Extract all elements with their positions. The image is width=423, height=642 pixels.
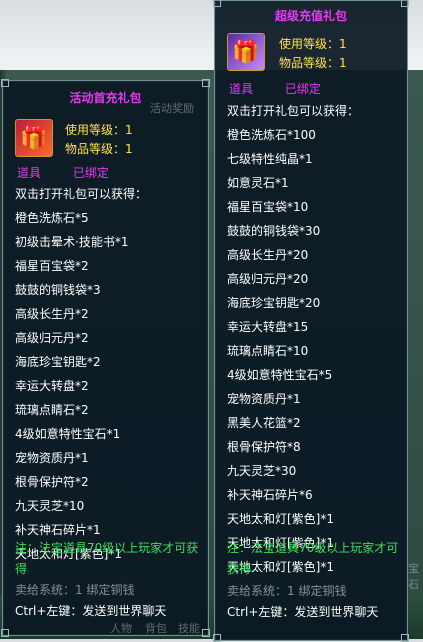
tooltip-corner [1,629,9,637]
list-item: 宠物资质丹*1 [15,451,89,465]
list-item: 琉璃点睛石*2 [15,403,89,417]
list-item: 幸运大转盘*15 [227,320,309,334]
list-item: 海底珍宝钥匙*2 [15,355,101,369]
list-item: 鼓鼓的铜钱袋*30 [227,224,321,238]
list-item: 福星百宝袋*10 [227,200,309,214]
tag-item: 道具 [17,166,42,180]
sell-price: 卖给系统：1 绑定铜钱 [15,583,135,597]
tooltip-corner [202,79,210,87]
list-item: 橙色洗炼石*5 [15,211,89,225]
background-banner: 活动奖励 [150,102,194,115]
item-meta: 使用等级：1 物品等级：1 [279,35,347,73]
list-item: 鼓鼓的铜钱袋*3 [15,283,101,297]
item-level: 物品等级：1 [279,56,347,70]
list-item: 九天灵芝*30 [227,464,297,478]
list-item: 七级特性纯晶*1 [227,152,313,166]
list-item: 如意灵石*1 [227,176,289,190]
menu-label[interactable]: 人物 [110,620,132,636]
chat-hint: Ctrl+左键：发送到世界聊天 [227,605,379,619]
list-item: 幸运大转盘*2 [15,379,89,393]
tag-bound: 已绑定 [284,82,321,96]
tag-bound: 已绑定 [72,166,109,180]
list-item: 初级击晕术·技能书*1 [15,235,129,249]
red-gift-box-icon: 🎁 [15,119,53,157]
list-item: 双击打开礼包可以获得： [227,104,360,118]
item-note: 注：法宝道具70级以上玩家才可获得 [15,541,199,576]
tooltip-corner [213,0,221,7]
item-title: 超级充值礼包 [274,9,347,23]
list-item: 海底珍宝钥匙*20 [227,296,321,310]
sell-price: 卖给系统：1 绑定铜钱 [227,584,347,598]
list-item: 黑美人花篮*2 [227,416,301,430]
tooltip-corner [401,0,409,7]
list-item: 根骨保护符*8 [227,440,301,454]
item-meta: 使用等级：1 物品等级：1 [65,121,133,159]
item-tooltip-super-recharge: 超级充值礼包 🎁 使用等级：1 物品等级：1 道具 已绑定 双击打开礼包可以获得… [213,0,409,642]
item-tags: 道具 已绑定 [17,164,137,181]
list-item: 双击打开礼包可以获得： [15,187,148,201]
list-item: 九天灵芝*10 [15,499,85,513]
list-item: 补天神石碎片*6 [227,488,313,502]
use-level: 使用等级：1 [65,123,133,137]
reward-list: 双击打开礼包可以获得： 橙色洗炼石*100 七级特性纯晶*1 如意灵石*1 福星… [227,99,359,579]
list-item: 高级归元丹*2 [15,331,89,345]
item-note: 注：法宝道具70级以上玩家才可获得 [227,541,399,576]
list-item: 宠物资质丹*1 [227,392,301,406]
list-item: 4级如意特性宝石*5 [227,368,333,382]
tag-item: 道具 [229,82,254,96]
tooltip-corner [202,629,210,637]
list-item: 琉璃点睛石*10 [227,344,309,358]
use-level: 使用等级：1 [279,37,347,51]
chat-hint: Ctrl+左键：发送到世界聊天 [15,604,167,618]
list-item: 橙色洗炼石*100 [227,128,316,142]
list-item: 高级长生丹*20 [227,248,309,262]
menu-label[interactable]: 技能 [178,620,200,636]
item-tags: 道具 已绑定 [229,80,349,97]
tooltip-corner [1,79,9,87]
list-item: 4级如意特性宝石*1 [15,427,121,441]
item-tooltip-first-recharge: 活动首充礼包 🎁 使用等级：1 物品等级：1 道具 已绑定 双击打开礼包可以获得… [1,79,210,637]
tooltip-corner [401,634,409,642]
list-item: 天地太和灯[紫色]*1 [227,512,334,526]
purple-gift-box-icon: 🎁 [227,33,265,71]
menu-label[interactable]: 背包 [145,620,167,636]
list-item: 福星百宝袋*2 [15,259,89,273]
list-item: 高级归元丹*20 [227,272,309,286]
reward-list: 双击打开礼包可以获得： 橙色洗炼石*5 初级击晕术·技能书*1 福星百宝袋*2 … [15,182,147,566]
tooltip-corner [213,634,221,642]
item-level: 物品等级：1 [65,142,133,156]
list-item: 高级长生丹*2 [15,307,89,321]
list-item: 根骨保护符*2 [15,475,89,489]
menu-label[interactable]: 宝石 [408,560,423,592]
